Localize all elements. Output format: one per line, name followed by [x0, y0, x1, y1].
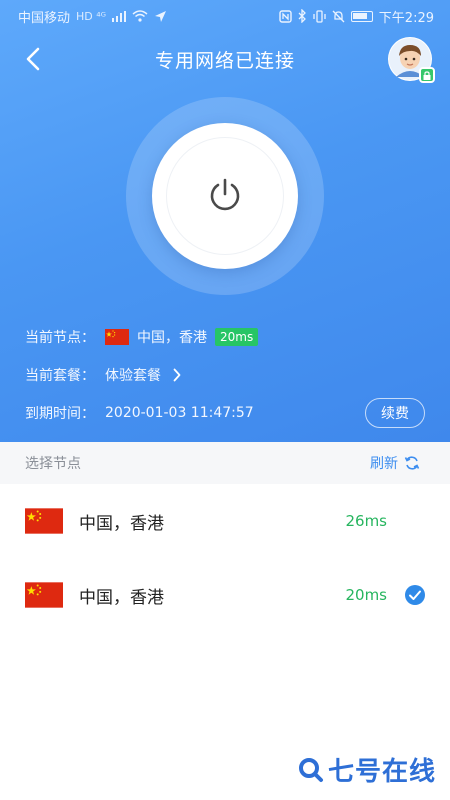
node-list-title: 选择节点 [25, 456, 81, 472]
search-logo-icon [298, 757, 323, 782]
expiry-label: 到期时间： [25, 406, 95, 422]
selected-check-icon [405, 585, 425, 605]
connection-hero: 中国移动 HD ⁴ᴳ 下午2:29 专用网络已连接 当前节点： 中国，香港 20… [0, 0, 450, 442]
node-ping: 20ms [345, 586, 387, 604]
lock-badge [419, 67, 435, 83]
status-bar: 中国移动 HD ⁴ᴳ 下午2:29 [0, 0, 450, 32]
node-list-item[interactable]: 中国，香港 20ms [0, 558, 450, 632]
node-ping: 26ms [345, 512, 387, 530]
plan-label: 当前套餐： [25, 368, 95, 384]
current-node-row: 当前节点： 中国，香港 20ms [25, 327, 259, 347]
nfc-icon [279, 9, 292, 23]
page-title: 专用网络已连接 [154, 50, 295, 72]
refresh-icon [404, 456, 420, 470]
power-button-inner-ring [166, 137, 284, 255]
current-node-label: 当前节点： [25, 330, 95, 346]
wifi-icon [132, 10, 148, 22]
top-bar: 专用网络已连接 [0, 32, 450, 86]
node-list-header: 选择节点 刷新 [0, 442, 450, 484]
current-node-name: 中国，香港 [137, 330, 207, 346]
refresh-label: 刷新 [370, 456, 398, 472]
plan-name: 体验套餐 [105, 368, 161, 384]
battery-icon [350, 10, 373, 22]
signal-icon [112, 10, 127, 22]
carrier-name: 中国移动 [18, 10, 71, 26]
china-flag-icon [25, 508, 63, 534]
node-name: 中国，香港 [79, 513, 164, 534]
node-name: 中国，香港 [79, 587, 164, 608]
renew-button[interactable]: 续费 [365, 398, 425, 428]
check-placeholder [405, 511, 425, 531]
current-ping-badge: 20ms [215, 328, 259, 346]
chevron-right-icon [173, 368, 181, 382]
clock: 下午2:29 [378, 10, 434, 26]
mute-bell-icon [332, 10, 345, 22]
node-list-item[interactable]: 中国，香港 26ms [0, 484, 450, 558]
china-flag-icon [105, 329, 129, 345]
expiry-row: 到期时间： 2020-01-03 11:47:57 [25, 403, 254, 423]
site-watermark: 七号在线 [298, 751, 436, 788]
vibrate-icon [313, 9, 326, 23]
avatar[interactable] [388, 37, 435, 83]
china-flag-icon [25, 582, 63, 608]
expiry-time: 2020-01-03 11:47:57 [105, 405, 254, 421]
refresh-button[interactable]: 刷新 [370, 453, 420, 473]
plan-row[interactable]: 当前套餐： 体验套餐 [25, 365, 181, 385]
send-icon [155, 10, 167, 22]
power-button[interactable] [152, 123, 298, 269]
network-badges: HD ⁴ᴳ [76, 9, 107, 23]
bluetooth-icon [298, 9, 306, 23]
watermark-text: 七号在线 [327, 757, 436, 787]
lock-icon [423, 70, 431, 80]
